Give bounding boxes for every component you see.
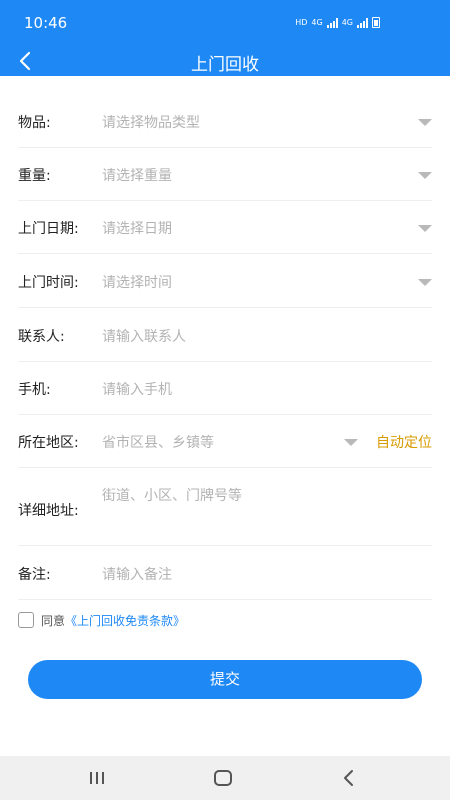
recent-apps-icon[interactable] <box>85 768 109 788</box>
region-label: 所在地区: <box>18 435 79 451</box>
weight-placeholder: 请选择重量 <box>102 168 172 184</box>
item-select[interactable]: 物品: 请选择物品类型 <box>18 95 432 148</box>
battery-icon <box>372 17 380 28</box>
agreement-checkbox[interactable] <box>18 612 34 628</box>
agreement-link[interactable]: 《上门回收免责条款》 <box>65 612 185 629</box>
dropdown-arrow-icon <box>418 225 432 232</box>
weight-select[interactable]: 重量: 请选择重量 <box>18 148 432 201</box>
page-title: 上门回收 <box>191 55 259 75</box>
dropdown-arrow-icon <box>418 279 432 286</box>
note-label: 备注: <box>18 567 51 583</box>
submit-button[interactable]: 提交 <box>28 660 422 699</box>
item-placeholder: 请选择物品类型 <box>102 115 200 131</box>
time-label: 上门时间: <box>18 275 79 291</box>
status-bar: 10:46 HD 4G 4G <box>0 0 450 46</box>
agreement-row: 同意 《上门回收免责条款》 <box>18 611 185 629</box>
date-placeholder: 请选择日期 <box>102 221 172 237</box>
signal-icon <box>326 17 338 28</box>
back-icon[interactable] <box>337 768 361 788</box>
weight-label: 重量: <box>18 168 51 184</box>
phone-label: 手机: <box>18 382 51 398</box>
note-placeholder: 请输入备注 <box>102 567 172 583</box>
dropdown-arrow-icon <box>418 172 432 179</box>
network-4g-indicator: 4G <box>311 18 323 27</box>
status-indicators: HD 4G 4G <box>295 17 380 28</box>
date-label: 上门日期: <box>18 221 79 237</box>
address-placeholder: 街道、小区、门牌号等 <box>102 488 242 504</box>
contact-label: 联系人: <box>18 329 65 345</box>
time-placeholder: 请选择时间 <box>102 275 172 291</box>
address-field[interactable]: 详细地址: 街道、小区、门牌号等 <box>18 468 432 546</box>
contact-placeholder: 请输入联系人 <box>102 329 186 345</box>
agreement-prefix: 同意 <box>41 613 66 628</box>
region-select[interactable]: 所在地区: 省市区县、乡镇等 自动定位 <box>18 415 432 468</box>
recycle-form: 物品: 请选择物品类型 重量: 请选择重量 上门日期: 请选择日期 上门时间: … <box>0 76 450 756</box>
dropdown-arrow-icon <box>418 119 432 126</box>
signal-icon-2 <box>357 17 368 28</box>
auto-locate-button[interactable]: 自动定位 <box>376 432 432 452</box>
region-placeholder: 省市区县、乡镇等 <box>102 435 214 451</box>
phone-placeholder: 请输入手机 <box>102 382 172 398</box>
contact-field[interactable]: 联系人: 请输入联系人 <box>18 308 432 362</box>
dropdown-arrow-icon <box>344 439 358 446</box>
address-label: 详细地址: <box>18 503 79 519</box>
hd-indicator: HD <box>295 18 308 27</box>
note-field[interactable]: 备注: 请输入备注 <box>18 546 432 600</box>
date-select[interactable]: 上门日期: 请选择日期 <box>18 201 432 254</box>
phone-field[interactable]: 手机: 请输入手机 <box>18 362 432 415</box>
header-bar: 上门回收 <box>0 46 450 76</box>
item-label: 物品: <box>18 115 51 131</box>
network-4g-indicator-2: 4G <box>341 18 353 27</box>
time-select[interactable]: 上门时间: 请选择时间 <box>18 254 432 308</box>
system-navigation-bar <box>0 756 450 800</box>
home-icon[interactable] <box>211 768 235 788</box>
status-time: 10:46 <box>24 14 68 32</box>
